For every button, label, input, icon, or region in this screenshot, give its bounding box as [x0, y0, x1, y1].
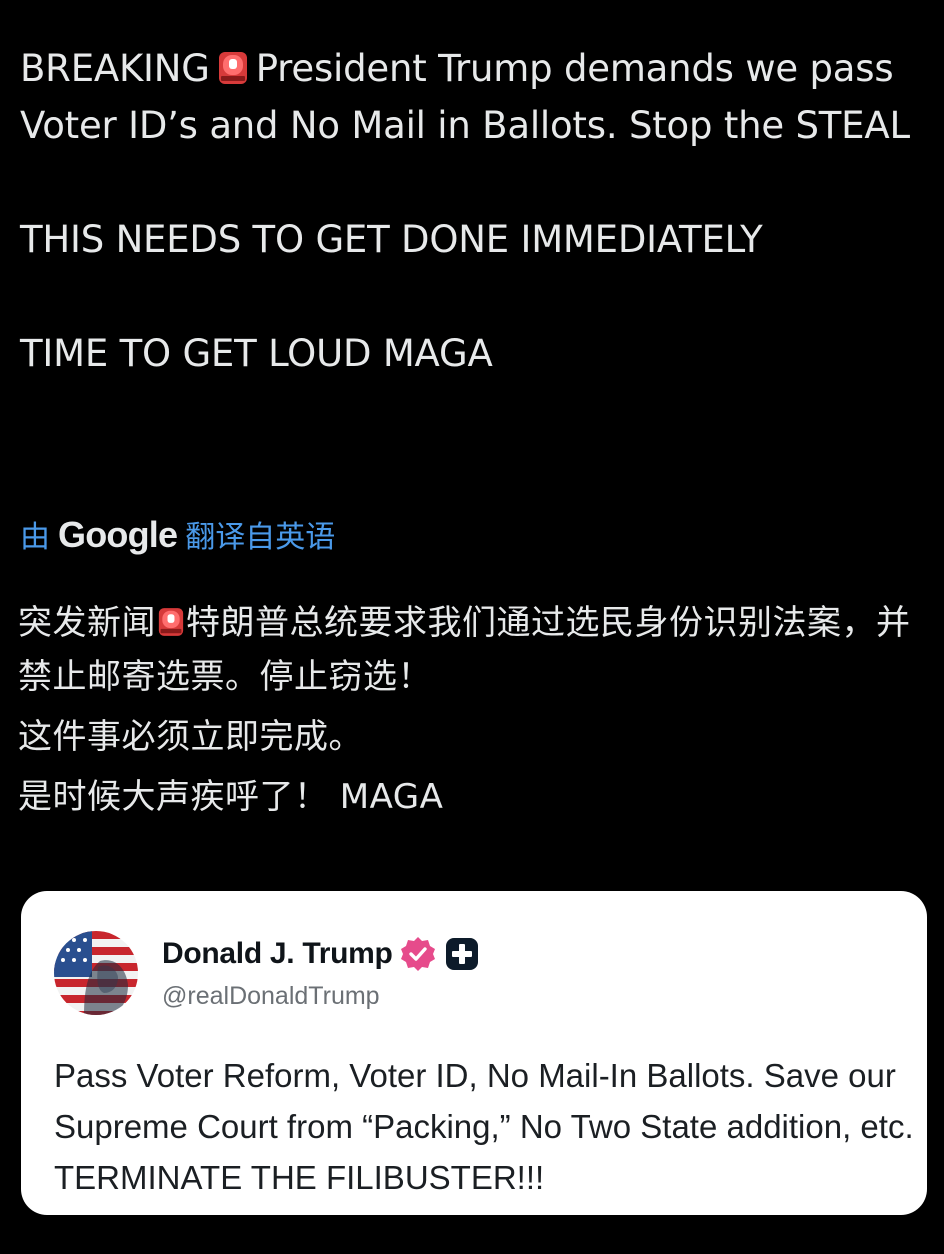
- display-name[interactable]: Donald J. Trump: [162, 937, 393, 971]
- post-paragraph-immediately: THIS NEEDS TO GET DONE IMMEDIATELY: [20, 218, 763, 261]
- quoted-post-card[interactable]: Donald J. Trump @realDonaldTrump Pass Vo…: [21, 891, 927, 1215]
- post-paragraph-loud: TIME TO GET LOUD MAGA: [20, 332, 493, 375]
- quoted-author[interactable]: Donald J. Trump: [162, 935, 481, 973]
- verified-badge-icon: [400, 937, 435, 971]
- avatar-flag-portrait: [54, 931, 138, 1015]
- google-logo: Google: [58, 514, 178, 555]
- translated-paragraph-3: 是时候大声疾呼了！ MAGA: [18, 777, 444, 817]
- rotating-light-icon: [158, 608, 184, 636]
- quoted-post-text: Pass Voter Reform, Voter ID, No Mail-In …: [54, 1057, 914, 1196]
- post-body: BREAKING President Trump demands we pass…: [20, 40, 930, 382]
- zh-breaking-label: 突发新闻: [18, 603, 156, 643]
- breaking-label: BREAKING: [20, 47, 210, 90]
- translated-paragraph-2: 这件事必须立即完成。: [18, 717, 363, 757]
- translated-by-google-link[interactable]: 由 Google 翻译自英语: [20, 512, 335, 556]
- plus-square-icon: [445, 938, 478, 970]
- translated-text: 突发新闻 特朗普总统要求我们通过选民身份识别法案，并禁止邮寄选票。停止窃选！ 这…: [18, 596, 928, 824]
- avatar[interactable]: [54, 931, 138, 1015]
- post-paragraph-breaking: BREAKING President Trump demands we pass…: [20, 40, 930, 154]
- translate-prefix: 由: [20, 520, 50, 555]
- translated-paragraph-1: 突发新闻 特朗普总统要求我们通过选民身份识别法案，并禁止邮寄选票。停止窃选！: [18, 596, 928, 704]
- username-handle[interactable]: @realDonaldTrump: [162, 982, 380, 1011]
- rotating-light-icon: [218, 52, 247, 84]
- translate-suffix: 翻译自英语: [185, 520, 336, 555]
